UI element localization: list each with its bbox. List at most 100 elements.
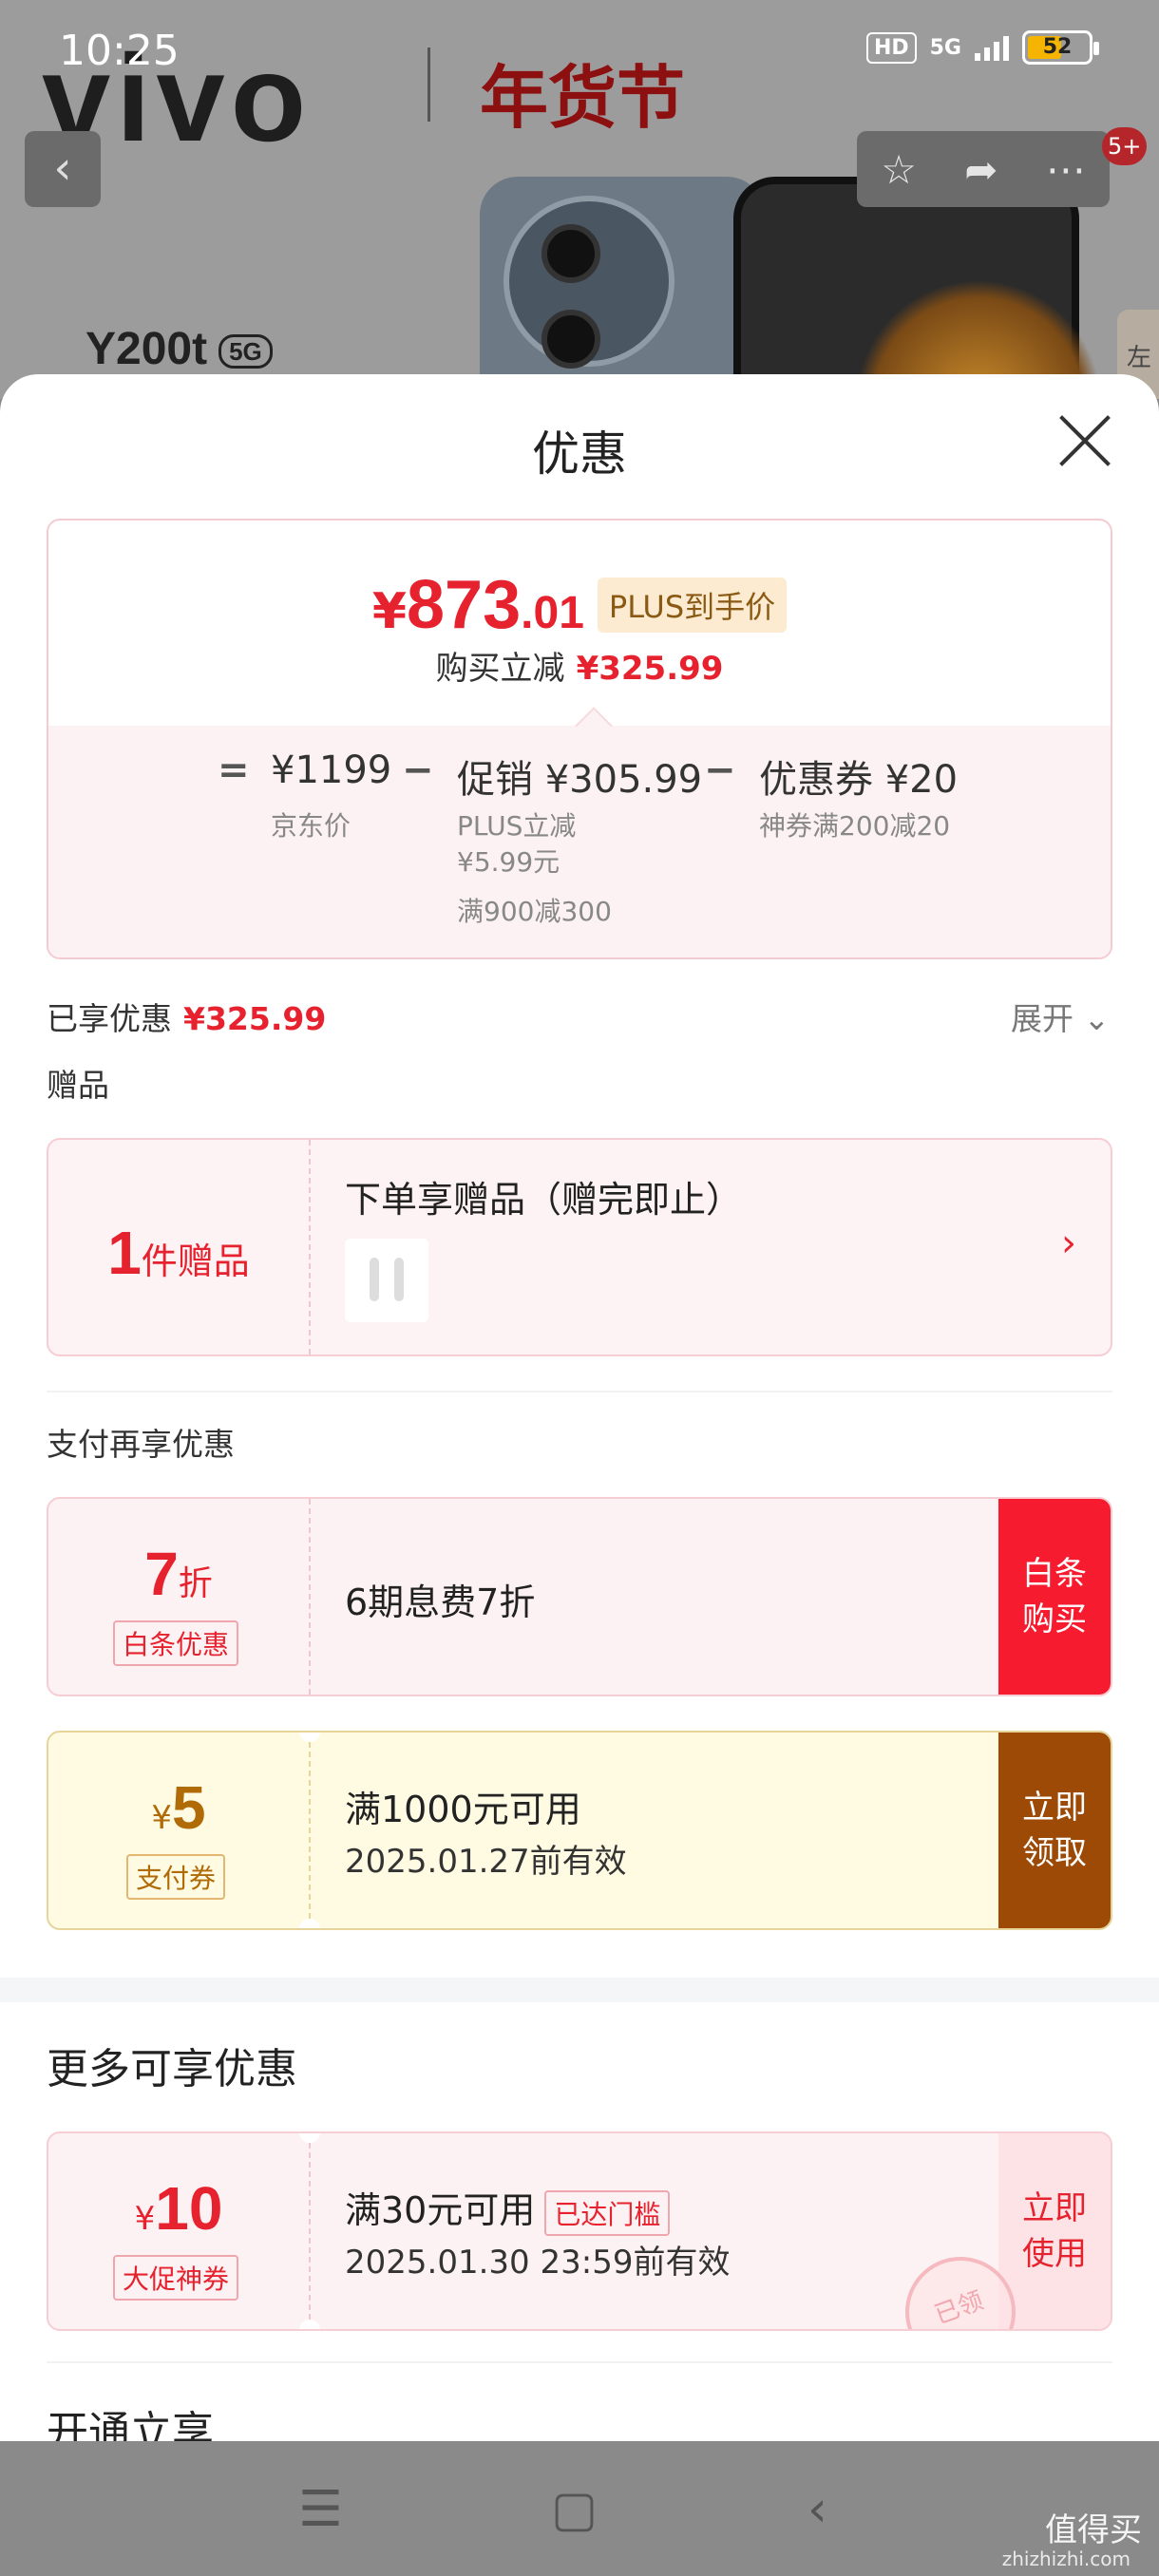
gift-count-panel: 1件赠品 (48, 1140, 309, 1354)
pay-coupon-value: ¥5 (48, 1772, 309, 1843)
gift-section-label: 赠品 (47, 1067, 109, 1104)
claim-action-line: 领取 (1022, 1834, 1087, 1872)
star-icon[interactable]: ☆ (881, 146, 917, 193)
minus-sign: − (704, 748, 736, 792)
card-divider (309, 1140, 311, 1354)
plus-price-tag: PLUS到手价 (597, 578, 788, 633)
system-nav-bar: ☰ ▢ ‹ (0, 2441, 1159, 2576)
promo-coupon-card: ¥10 大促神券 满30元可用 已达门槛 2025.01.30 23:59前有效 … (47, 2131, 1112, 2331)
baitiao-action-line: 白条 (1022, 1555, 1087, 1593)
battery-icon: 52 (1022, 30, 1099, 65)
reduction-label: 购买立减 (435, 650, 565, 688)
share-icon[interactable]: ➦ (964, 146, 998, 193)
hd-icon: HD (865, 31, 917, 64)
promo-coupon-value-panel: ¥10 大促神券 (48, 2133, 309, 2329)
camera-lens (542, 224, 600, 283)
watermark-text: 值得买 (1045, 2511, 1142, 2549)
price-calculation: = ¥1199 京东价 − 促销 ¥305.99 PLUS立减 ¥5.99元 满… (48, 726, 1111, 957)
enjoyed-discount: 已享优惠 ¥325.99 (47, 994, 326, 1039)
baitiao-discount-number: 7 (144, 1540, 179, 1608)
product-model: Y200t 5G (86, 323, 273, 375)
baitiao-discount-unit: 折 (178, 1564, 213, 1603)
promo-coupon-value: ¥10 (48, 2173, 309, 2244)
coupon-total: 优惠券 ¥20 (759, 748, 958, 804)
promo-value: ¥305.99 (544, 758, 703, 802)
gift-count-number: 1 (107, 1219, 142, 1287)
sheet-title: 优惠 (532, 426, 627, 482)
card-divider (309, 1733, 311, 1928)
menu-icon[interactable]: ☰ (298, 2481, 343, 2538)
home-icon[interactable]: ▢ (551, 2481, 598, 2538)
price-currency: ¥ (371, 583, 408, 640)
instant-reduction: 购买立减 ¥325.99 (48, 642, 1111, 689)
promo-coupon-chip: 大促神券 (113, 2255, 239, 2301)
more-icon[interactable]: ⋯ (1046, 146, 1086, 193)
promo-condition-text: 满30元可用 (345, 2189, 536, 2231)
use-coupon-button[interactable]: 立即 使用 (998, 2133, 1111, 2329)
expand-button[interactable]: 展开 ⌄ (1011, 994, 1110, 1039)
chevron-down-icon: ⌄ (1083, 1000, 1111, 1037)
gift-card[interactable]: 1件赠品 下单享赠品（赠完即止） › (47, 1138, 1112, 1356)
network-type: 5G (929, 35, 961, 60)
signal-icon (975, 34, 1009, 61)
enjoyed-label: 已享优惠 (47, 1000, 172, 1037)
pay-coupon-condition: 满1000元可用 (345, 1789, 581, 1830)
back-icon[interactable]: ‹ (808, 2481, 827, 2538)
discount-sheet: 优惠 ¥ 873 .01 PLUS到手价 购买立减 ¥325.99 = ¥1199… (0, 374, 1159, 2441)
notification-badge: 5+ (1102, 127, 1148, 165)
equals-sign: = (218, 748, 250, 792)
pay-coupon-value-panel: ¥5 支付券 (48, 1733, 309, 1928)
more-offers-title: 更多可享优惠 (47, 2045, 297, 2093)
card-divider (309, 2133, 311, 2329)
camera-lens (542, 310, 600, 369)
watermark-url: zhizhizhi.com (1001, 2548, 1130, 2570)
promo-detail: ¥5.99元 (457, 846, 560, 878)
coupon-label: 优惠券 (759, 758, 873, 802)
baitiao-chip: 白条优惠 (113, 1620, 239, 1666)
price-decimal: .01 (521, 588, 584, 638)
expand-label: 展开 (1011, 1000, 1074, 1037)
promo-coupon-expiry: 2025.01.30 23:59前有效 (345, 2244, 731, 2282)
coupon-value: ¥20 (884, 758, 959, 802)
promo-detail: PLUS立减 (457, 810, 577, 842)
gift-count-unit: 件赠品 (141, 1241, 250, 1282)
coupon-notch (299, 1919, 320, 1928)
coupon-detail: 神券满200减20 (759, 810, 951, 842)
close-icon[interactable] (1056, 412, 1113, 469)
promo-coupon-amount: 10 (155, 2174, 223, 2243)
baitiao-card: 7折 白条优惠 6期息费7折 白条购买 (47, 1497, 1112, 1696)
product-page-background: vivo 年货节 Y200t 5G 左 ‹ ☆ ➦ ⋯ 5+ 10:25 HD 5… (0, 0, 1159, 399)
model-5g-badge: 5G (218, 333, 273, 369)
claim-action-line: 立即 (1022, 1789, 1087, 1827)
baitiao-action-line: 购买 (1022, 1601, 1087, 1638)
pay-coupon-card: ¥5 支付券 满1000元可用 2025.01.27前有效 立即领取 (47, 1731, 1112, 1930)
baitiao-discount: 7折 (48, 1539, 309, 1609)
section-gap (0, 1978, 1159, 2002)
section-divider (47, 2361, 1112, 2363)
promo-coupon-currency: ¥ (134, 2200, 156, 2238)
baitiao-buy-button[interactable]: 白条 购买 (998, 1499, 1111, 1695)
gift-title: 下单享赠品（赠完即止） (345, 1179, 743, 1221)
gift-count: 1件赠品 (48, 1218, 309, 1288)
claim-coupon-button[interactable]: 立即 领取 (998, 1733, 1111, 1928)
use-action-line: 立即 (1022, 2189, 1087, 2227)
card-divider (309, 1499, 311, 1695)
model-name: Y200t (86, 324, 208, 374)
earphone-gift-image[interactable] (345, 1239, 428, 1322)
promo-label: 促销 (457, 758, 533, 802)
use-action-line: 使用 (1022, 2235, 1087, 2273)
threshold-reached-chip: 已达门槛 (544, 2189, 671, 2236)
back-button[interactable]: ‹ (25, 131, 101, 207)
membership-section-title: 开通立享 (47, 2408, 214, 2441)
baitiao-text: 6期息费7折 (345, 1582, 536, 1623)
pay-coupon-chip: 支付券 (126, 1854, 226, 1900)
status-time: 10:25 (59, 27, 180, 75)
coupon-notch (299, 2320, 320, 2329)
pay-coupon-expiry: 2025.01.27前有效 (345, 1843, 627, 1881)
promo-detail: 满900减300 (457, 896, 612, 927)
promo-coupon-condition: 满30元可用 已达门槛 (345, 2181, 671, 2236)
enjoyed-amount: ¥325.99 (183, 1000, 327, 1037)
battery-level: 52 (1042, 35, 1073, 59)
status-bar: 10:25 HD 5G 52 (0, 0, 1159, 95)
pay-coupon-currency: ¥ (151, 1799, 173, 1837)
